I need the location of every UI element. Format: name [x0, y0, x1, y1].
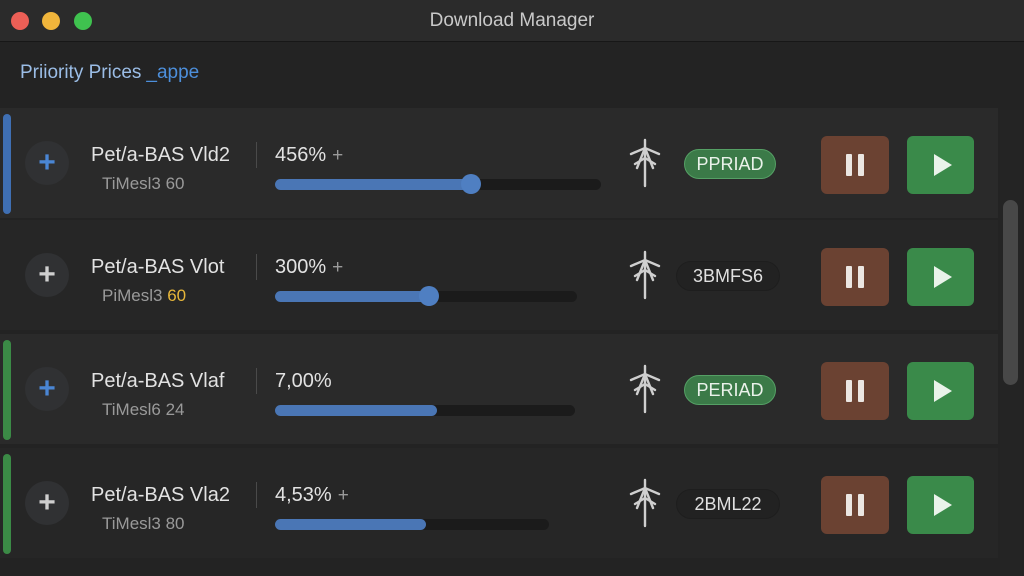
- pause-icon: [843, 380, 867, 402]
- progress-fill: [275, 405, 437, 416]
- status-badge: 3BMFS6: [676, 261, 780, 291]
- priority-header[interactable]: Priiority Prices _appe: [20, 62, 199, 84]
- download-name: Pet/a-BAS Vld2: [91, 144, 230, 166]
- pause-bar: [858, 494, 864, 516]
- percent-plus: +: [332, 145, 344, 166]
- column-divider: [256, 254, 257, 280]
- plus-icon: +: [38, 486, 56, 519]
- add-button[interactable]: +: [25, 141, 69, 185]
- progress-fill: [275, 291, 429, 302]
- antenna-icon: [627, 250, 663, 300]
- download-row[interactable]: + Pet/a-BAS Vld2 TiMesl3 60 456% + PPRIAD: [0, 108, 998, 218]
- download-list: + Pet/a-BAS Vld2 TiMesl3 60 456% + PPRIAD + Pet…: [0, 104, 998, 576]
- download-name: Pet/a-BAS Vla2: [91, 484, 230, 506]
- download-name: Pet/a-BAS Vlaf: [91, 370, 225, 392]
- download-subtext: TiMesl6 24: [102, 400, 185, 420]
- percent-plus: +: [332, 257, 344, 278]
- download-subtext-label: PiMesl3: [102, 286, 168, 305]
- pause-icon: [843, 494, 867, 516]
- play-button[interactable]: [907, 136, 974, 194]
- status-badge: PPRIAD: [684, 149, 776, 179]
- pause-bar: [858, 266, 864, 288]
- download-manager-window: Download Manager Priiority Prices _appe +…: [0, 0, 1024, 576]
- pause-button[interactable]: [821, 362, 889, 420]
- download-row[interactable]: + Pet/a-BAS Vlot PiMesl3 60 300% +3BMFS6: [0, 220, 998, 330]
- pause-button[interactable]: [821, 248, 889, 306]
- status-badge: 2BML22: [676, 489, 780, 519]
- percent-value: 7,00%: [275, 370, 332, 392]
- pause-bar: [846, 266, 852, 288]
- plus-icon: +: [38, 372, 56, 405]
- priority-header-label: Priiority Prices: [20, 62, 142, 83]
- download-percent: 7,00%: [275, 370, 332, 393]
- progress-fill: [275, 519, 426, 530]
- progress-handle[interactable]: [419, 286, 439, 306]
- download-subtext: TiMesl3 60: [102, 174, 185, 194]
- progress-track[interactable]: [275, 519, 549, 530]
- row-status-stripe: [3, 114, 11, 214]
- play-icon: [933, 154, 952, 176]
- title-bar: Download Manager: [0, 0, 1024, 42]
- row-status-stripe: [3, 454, 11, 554]
- pause-button[interactable]: [821, 136, 889, 194]
- download-subtext: TiMesl3 80: [102, 514, 185, 534]
- download-percent: 456% +: [275, 144, 343, 167]
- percent-value: 4,53%: [275, 484, 332, 506]
- antenna-icon: [627, 364, 663, 414]
- column-divider: [256, 482, 257, 508]
- pause-icon: [843, 266, 867, 288]
- plus-icon: +: [38, 146, 56, 179]
- pause-button[interactable]: [821, 476, 889, 534]
- play-icon: [933, 380, 952, 402]
- progress-fill: [275, 179, 471, 190]
- status-badge: PERIAD: [684, 375, 776, 405]
- row-status-stripe: [3, 340, 11, 440]
- progress-track[interactable]: [275, 405, 575, 416]
- pause-bar: [846, 494, 852, 516]
- pause-bar: [846, 154, 852, 176]
- column-divider: [256, 368, 257, 394]
- progress-track[interactable]: [275, 174, 601, 194]
- antenna-icon: [627, 478, 663, 528]
- play-button[interactable]: [907, 248, 974, 306]
- add-button[interactable]: +: [25, 367, 69, 411]
- antenna-icon: [627, 138, 663, 188]
- play-icon: [933, 494, 952, 516]
- pause-bar: [858, 154, 864, 176]
- play-button[interactable]: [907, 362, 974, 420]
- pause-bar: [846, 380, 852, 402]
- download-subtext-highlight: 60: [167, 286, 187, 305]
- column-divider: [256, 142, 257, 168]
- download-percent: 300% +: [275, 256, 343, 279]
- download-subtext-label: TiMesl6 24: [102, 400, 185, 419]
- window-title: Download Manager: [429, 10, 595, 31]
- scrollbar-thumb[interactable]: [1003, 200, 1018, 385]
- add-button[interactable]: +: [25, 481, 69, 525]
- percent-value: 300%: [275, 256, 327, 278]
- priority-header-accent: _appe: [146, 62, 200, 83]
- percent-value: 456%: [275, 144, 327, 166]
- plus-icon: +: [38, 258, 56, 291]
- pause-bar: [858, 380, 864, 402]
- progress-track[interactable]: [275, 286, 577, 306]
- percent-plus: +: [337, 485, 349, 506]
- download-subtext-label: TiMesl3 80: [102, 514, 185, 533]
- download-percent: 4,53% +: [275, 484, 349, 507]
- download-row[interactable]: + Pet/a-BAS Vlaf TiMesl6 24 7,00% PERIAD: [0, 334, 998, 444]
- download-subtext: PiMesl3 60: [102, 286, 186, 306]
- download-name: Pet/a-BAS Vlot: [91, 256, 225, 278]
- play-button[interactable]: [907, 476, 974, 534]
- download-row[interactable]: + Pet/a-BAS Vla2 TiMesl3 80 4,53% +2BML22: [0, 448, 998, 558]
- download-subtext-label: TiMesl3 60: [102, 174, 185, 193]
- add-button[interactable]: +: [25, 253, 69, 297]
- pause-icon: [843, 154, 867, 176]
- play-icon: [933, 266, 952, 288]
- progress-handle[interactable]: [461, 174, 481, 194]
